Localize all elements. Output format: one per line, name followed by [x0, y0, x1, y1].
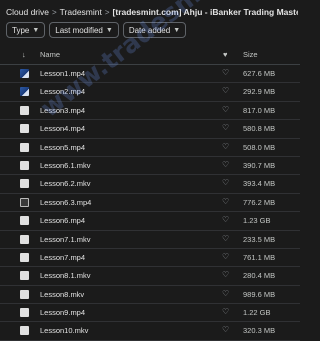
file-size: 580.8 MB [243, 124, 276, 134]
file-name: Lesson8.1.mkv [40, 271, 91, 281]
table-row[interactable]: Lesson6.3.mp4 ♡ 776.2 MB [0, 194, 300, 213]
table-row[interactable]: Lesson7.1.mkv ♡ 233.5 MB [0, 231, 300, 249]
file-size: 280.4 MB [243, 271, 276, 281]
column-header-size[interactable]: Size [243, 50, 258, 59]
video-file-icon [20, 160, 29, 170]
file-size: 292.9 MB [243, 87, 276, 97]
offline-heart-header-icon: ♥ [223, 50, 228, 59]
video-file-icon [20, 142, 29, 152]
table-row[interactable]: Lesson8.mkv ♡ 989.6 MB [0, 286, 300, 305]
heart-icon[interactable]: ♡ [222, 68, 229, 77]
filter-date-added-button[interactable]: Date added ▼ [122, 22, 187, 38]
chevron-right-icon: > [52, 7, 57, 17]
filter-type-label: Type [12, 25, 30, 35]
heart-icon[interactable]: ♡ [222, 86, 229, 95]
video-file-icon [20, 105, 29, 115]
file-name: Lesson10.mkv [40, 326, 89, 336]
heart-icon[interactable]: ♡ [222, 307, 229, 316]
heart-icon[interactable]: ♡ [222, 160, 229, 169]
file-name: Lesson4.mp4 [40, 124, 86, 134]
chevron-down-icon: ▼ [32, 26, 40, 34]
filter-last-modified-button[interactable]: Last modified ▼ [49, 22, 119, 38]
heart-icon[interactable]: ♡ [222, 289, 229, 298]
sort-arrow-icon[interactable]: ↓ [22, 50, 26, 59]
video-file-icon [20, 87, 29, 97]
video-file-icon [20, 234, 29, 244]
file-size: 393.4 MB [243, 179, 276, 189]
table-row[interactable]: Lesson6.2.mkv ♡ 393.4 MB [0, 175, 300, 194]
file-name: Lesson7.mp4 [40, 252, 86, 262]
video-file-icon [20, 289, 29, 299]
video-file-icon [20, 308, 29, 318]
breadcrumb-current-folder[interactable]: [tradesmint.com] Ahju - iBanker Trading … [113, 7, 298, 17]
video-file-icon [20, 252, 29, 262]
file-size: 508.0 MB [243, 142, 276, 152]
heart-icon[interactable]: ♡ [222, 270, 229, 279]
video-file-icon [20, 326, 29, 336]
chevron-down-icon: ▼ [105, 26, 113, 34]
file-size: 1.23 GB [243, 216, 271, 226]
video-file-icon [20, 197, 29, 207]
heart-icon[interactable]: ♡ [222, 142, 229, 151]
heart-icon[interactable]: ♡ [222, 325, 229, 334]
heart-icon[interactable]: ♡ [222, 178, 229, 187]
table-row[interactable]: Lesson7.mp4 ♡ 761.1 MB [0, 249, 300, 268]
file-size: 776.2 MB [243, 197, 276, 207]
file-size: 390.7 MB [243, 160, 276, 170]
file-name: Lesson9.mp4 [40, 308, 86, 318]
file-size: 233.5 MB [243, 234, 276, 244]
file-name: Lesson1.mp4 [40, 69, 86, 78]
video-file-icon [20, 179, 29, 189]
video-file-icon [20, 216, 29, 226]
column-header-name[interactable]: Name [40, 50, 60, 59]
video-file-icon [20, 271, 29, 281]
file-size: 761.1 MB [243, 252, 276, 262]
table-row[interactable]: Lesson6.1.mkv ♡ 390.7 MB [0, 157, 300, 176]
filter-bar: Type ▼ Last modified ▼ Date added ▼ [6, 22, 187, 38]
filter-type-button[interactable]: Type ▼ [6, 22, 46, 38]
file-size: 320.3 MB [243, 326, 276, 336]
file-name: Lesson2.mp4 [40, 87, 86, 97]
table-row[interactable]: Lesson1.mp4 ♡ 627.6 MB [0, 65, 300, 84]
file-name: Lesson3.mp4 [40, 105, 86, 115]
file-name: Lesson5.mp4 [40, 142, 86, 152]
heart-icon[interactable]: ♡ [222, 215, 229, 224]
file-name: Lesson6.3.mp4 [40, 197, 92, 207]
file-size: 627.6 MB [243, 69, 276, 78]
file-name: Lesson8.mkv [40, 289, 85, 299]
table-row[interactable]: Lesson2.mp4 ♡ 292.9 MB [0, 83, 300, 102]
heart-icon[interactable]: ♡ [222, 197, 229, 206]
video-file-icon [20, 69, 29, 78]
breadcrumb-item-tradesmint[interactable]: Tradesmint [60, 7, 102, 17]
breadcrumb-item-cloud-drive[interactable]: Cloud drive [6, 7, 49, 17]
file-name: Lesson6.1.mkv [40, 160, 91, 170]
table-row[interactable]: Lesson3.mp4 ♡ 817.0 MB [0, 102, 300, 121]
video-file-icon [20, 124, 29, 134]
table-row[interactable]: Lesson6.mp4 ♡ 1.23 GB [0, 212, 300, 231]
table-row[interactable]: Lesson10.mkv ♡ 320.3 MB [0, 322, 300, 341]
chevron-down-icon: ▼ [173, 26, 181, 34]
filter-date-added-label: Date added [128, 25, 171, 35]
filter-last-modified-label: Last modified [55, 25, 103, 35]
heart-icon[interactable]: ♡ [222, 105, 229, 114]
file-size: 1.22 GB [243, 308, 271, 318]
file-size: 989.6 MB [243, 289, 276, 299]
file-list: Lesson1.mp4 ♡ 627.6 MB Lesson2.mp4 ♡ 292.9 M… [0, 65, 300, 341]
table-header: ↓ Name ♥ Size [0, 46, 300, 65]
file-name: Lesson7.1.mkv [40, 234, 91, 244]
file-name: Lesson6.mp4 [40, 216, 86, 226]
chevron-right-icon: > [104, 7, 110, 17]
table-row[interactable]: Lesson9.mp4 ♡ 1.22 GB [0, 304, 300, 323]
breadcrumb: Cloud drive > Tradesmint > [tradesmint.c… [6, 4, 298, 20]
file-name: Lesson6.2.mkv [40, 179, 91, 189]
file-size: 817.0 MB [243, 105, 276, 115]
table-row[interactable]: Lesson8.1.mkv ♡ 280.4 MB [0, 267, 300, 286]
heart-icon[interactable]: ♡ [222, 252, 229, 261]
table-row[interactable]: Lesson5.mp4 ♡ 508.0 MB [0, 139, 300, 157]
heart-icon[interactable]: ♡ [222, 123, 229, 132]
heart-icon[interactable]: ♡ [222, 234, 229, 243]
table-row[interactable]: Lesson4.mp4 ♡ 580.8 MB [0, 120, 300, 139]
